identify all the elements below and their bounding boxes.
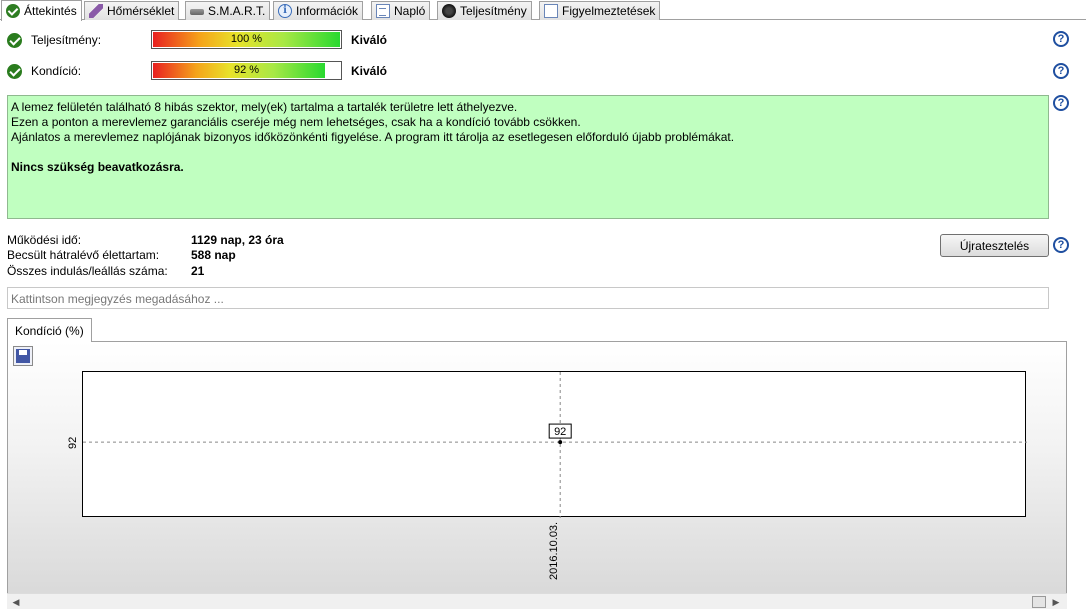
condition-label: Kondíció: bbox=[31, 64, 82, 78]
message-line: Ajánlatos a merevlemez naplójának bizony… bbox=[11, 130, 735, 144]
gauge-icon bbox=[442, 4, 456, 18]
tab-information[interactable]: i Információk bbox=[273, 1, 364, 20]
x-tick-label: 2016.10.03. bbox=[548, 521, 560, 580]
scroll-right-icon[interactable]: ▶ bbox=[1049, 596, 1063, 608]
message-line: Ezen a ponton a merevlemez garanciális c… bbox=[11, 115, 581, 129]
uptime-value: 1129 nap, 23 óra bbox=[191, 233, 284, 247]
chart-svg: 92 bbox=[83, 372, 1027, 518]
help-icon[interactable]: ? bbox=[1053, 31, 1069, 47]
chart-tab-label: Kondíció (%) bbox=[15, 323, 84, 338]
check-icon bbox=[6, 4, 20, 18]
performance-bar: 100 % bbox=[151, 30, 342, 49]
remaining-life-value: 588 nap bbox=[191, 248, 236, 262]
chart-panel: 92 92 2016.10.03. bbox=[7, 341, 1067, 597]
status-message-box: A lemez felületén található 8 hibás szek… bbox=[7, 95, 1049, 219]
start-stop-count-label: Összes indulás/leállás száma: bbox=[7, 264, 168, 278]
tab-label: Információk bbox=[296, 4, 359, 18]
performance-rating: Kiváló bbox=[351, 33, 388, 47]
copy-icon bbox=[544, 4, 558, 18]
tab-label: Teljesítmény bbox=[460, 4, 527, 18]
tab-label: S.M.A.R.T. bbox=[208, 4, 266, 18]
tab-label: Áttekintés bbox=[24, 4, 77, 18]
performance-label: Teljesítmény: bbox=[31, 33, 102, 47]
save-icon[interactable] bbox=[13, 346, 33, 366]
tab-temperature[interactable]: Hőmérséklet bbox=[84, 1, 180, 20]
tab-performance[interactable]: Teljesítmény bbox=[437, 1, 532, 20]
message-line: A lemez felületén található 8 hibás szek… bbox=[11, 100, 518, 114]
info-icon: i bbox=[278, 4, 292, 18]
check-icon bbox=[7, 63, 22, 79]
message-conclusion: Nincs szükség beavatkozásra. bbox=[11, 160, 184, 174]
condition-bar: 92 % bbox=[151, 61, 342, 80]
scroll-left-icon[interactable]: ◀ bbox=[9, 596, 23, 608]
remaining-life-label: Becsült hátralévő élettartam: bbox=[7, 248, 160, 262]
note-input[interactable]: Kattintson megjegyzés megadásához ... bbox=[7, 287, 1049, 309]
performance-percent: 100 % bbox=[230, 33, 263, 45]
smart-icon bbox=[190, 9, 204, 15]
tab-log[interactable]: Napló bbox=[371, 1, 431, 20]
tab-label: Napló bbox=[394, 4, 426, 18]
condition-row: Kondíció: 92 % Kiváló bbox=[7, 61, 427, 81]
condition-percent: 92 % bbox=[233, 64, 260, 76]
condition-rating: Kiváló bbox=[351, 64, 388, 78]
tab-strip: Áttekintés Hőmérséklet S.M.A.R.T. i Info… bbox=[0, 0, 1086, 21]
y-tick-label: 92 bbox=[67, 436, 79, 449]
help-icon[interactable]: ? bbox=[1053, 63, 1069, 79]
start-stop-count-value: 21 bbox=[191, 264, 205, 278]
tab-overview[interactable]: Áttekintés bbox=[1, 0, 82, 21]
tab-smart[interactable]: S.M.A.R.T. bbox=[185, 1, 271, 20]
scroll-thumb[interactable] bbox=[1032, 596, 1046, 608]
thermometer-icon bbox=[89, 4, 103, 18]
uptime-label: Működési idő: bbox=[7, 233, 82, 247]
tab-label: Figyelmeztetések bbox=[562, 4, 656, 18]
check-icon bbox=[7, 32, 22, 48]
retest-button[interactable]: Újratesztelés bbox=[940, 234, 1049, 257]
performance-row: Teljesítmény: 100 % Kiváló bbox=[7, 30, 427, 50]
help-icon[interactable]: ? bbox=[1053, 95, 1069, 111]
data-label: 92 bbox=[554, 426, 566, 438]
tab-condition-chart[interactable]: Kondíció (%) bbox=[7, 318, 92, 342]
chart-plot-area: 92 bbox=[82, 371, 1027, 518]
horizontal-scrollbar[interactable]: ◀ ▶ bbox=[7, 593, 1067, 609]
data-point bbox=[558, 440, 563, 445]
document-icon bbox=[376, 4, 390, 18]
tab-label: Hőmérséklet bbox=[107, 4, 175, 18]
tab-warnings[interactable]: Figyelmeztetések bbox=[539, 1, 661, 20]
help-icon[interactable]: ? bbox=[1053, 237, 1069, 253]
